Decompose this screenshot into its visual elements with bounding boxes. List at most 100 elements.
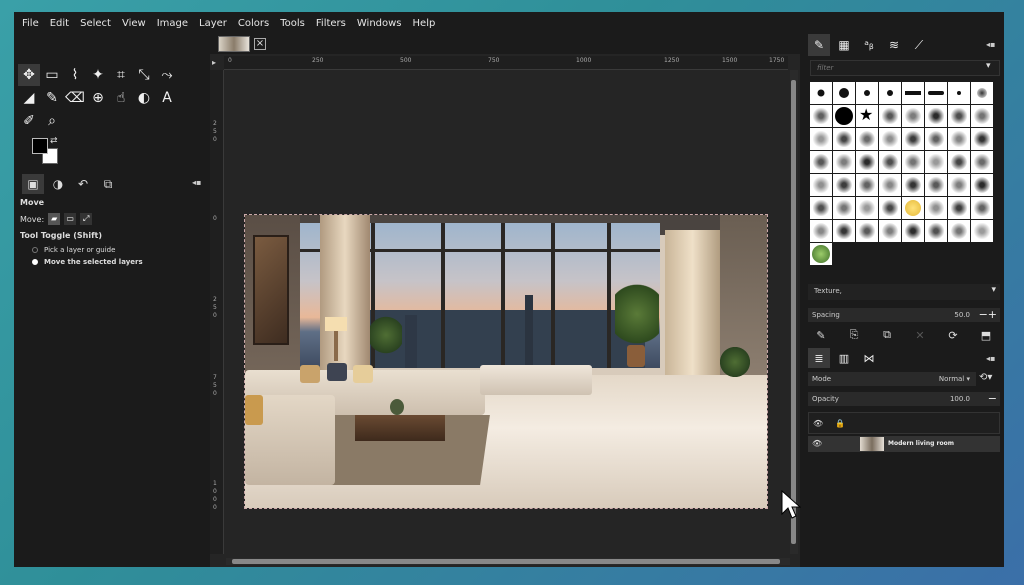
menu-filters[interactable]: Filters <box>316 18 346 29</box>
brush-preview[interactable] <box>833 105 855 127</box>
brush-preview[interactable] <box>971 151 993 173</box>
paintbrush-icon[interactable]: ✎ <box>41 87 63 109</box>
dodge-burn-icon[interactable]: ◐ <box>133 87 155 109</box>
patterns-tab-icon[interactable]: ▦ <box>833 34 855 56</box>
clone-icon[interactable]: ⊕ <box>87 87 109 109</box>
paint-dynamics-tab-icon[interactable]: ⟋ <box>908 34 930 56</box>
chevron-down-icon[interactable]: ▾ <box>991 285 996 295</box>
brush-preview[interactable] <box>971 128 993 150</box>
move-selection-icon[interactable]: ▭ <box>64 213 77 225</box>
brush-preview[interactable] <box>879 128 901 150</box>
brush-preview[interactable] <box>879 220 901 242</box>
opacity-stepper-icon[interactable]: − <box>988 392 997 405</box>
brush-preview[interactable] <box>925 82 947 104</box>
image-tab-thumbnail[interactable] <box>218 36 250 52</box>
brush-preview[interactable] <box>879 105 901 127</box>
new-brush-icon[interactable]: ⎘ <box>843 326 865 344</box>
brush-preview[interactable] <box>902 197 924 219</box>
paths-tab-icon[interactable]: ⋈ <box>858 348 880 368</box>
close-image-icon[interactable]: × <box>254 38 266 50</box>
brush-preview[interactable] <box>948 174 970 196</box>
opacity-slider[interactable]: Opacity 100.0 − <box>808 392 1000 406</box>
brush-preview[interactable] <box>856 220 878 242</box>
device-status-tab-icon[interactable]: ◑ <box>47 174 69 194</box>
text-icon[interactable]: A <box>156 87 178 109</box>
brush-preview[interactable]: ★ <box>856 105 878 127</box>
reset-mode-icon[interactable]: ⟲▾ <box>979 372 992 383</box>
brush-preview[interactable] <box>879 151 901 173</box>
brush-preview[interactable] <box>879 197 901 219</box>
canvas-image[interactable] <box>244 214 768 509</box>
eraser-icon[interactable]: ⌫ <box>64 87 86 109</box>
scroll-thumb[interactable] <box>232 559 780 564</box>
scroll-thumb[interactable] <box>791 80 796 544</box>
tool-presets-tab-icon[interactable]: ≋ <box>883 34 905 56</box>
move-selected-radio[interactable]: Move the selected layers <box>32 258 205 266</box>
layer-row[interactable]: 👁 Modern living room <box>808 436 1000 452</box>
menu-layer[interactable]: Layer <box>199 18 227 29</box>
smudge-icon[interactable]: ☝ <box>110 87 132 109</box>
brush-preview[interactable] <box>810 197 832 219</box>
brush-preview[interactable] <box>902 151 924 173</box>
crop-icon[interactable]: ⌗ <box>110 64 132 86</box>
vertical-scrollbar[interactable] <box>790 70 798 554</box>
brush-preview[interactable] <box>856 128 878 150</box>
rect-select-icon[interactable]: ▭ <box>41 64 63 86</box>
edit-brush-icon[interactable]: ✎ <box>810 326 832 344</box>
brush-preview[interactable] <box>810 220 832 242</box>
brush-preview[interactable] <box>971 197 993 219</box>
bucket-fill-icon[interactable]: ◢ <box>18 87 40 109</box>
brush-preview[interactable] <box>810 174 832 196</box>
panel-menu-icon[interactable]: ◂▪ <box>986 40 995 49</box>
brush-preview[interactable] <box>925 151 947 173</box>
spacing-slider[interactable]: Spacing 50.0 −+ <box>808 308 1000 322</box>
brush-preview[interactable] <box>948 220 970 242</box>
menu-select[interactable]: Select <box>80 18 111 29</box>
brush-preview[interactable] <box>879 82 901 104</box>
menu-image[interactable]: Image <box>157 18 188 29</box>
brush-preview[interactable] <box>902 128 924 150</box>
brush-preview[interactable] <box>833 220 855 242</box>
brush-preview[interactable] <box>856 151 878 173</box>
brush-preview[interactable] <box>810 82 832 104</box>
brush-preview[interactable] <box>902 82 924 104</box>
brush-preview[interactable] <box>833 174 855 196</box>
brush-preview[interactable] <box>948 151 970 173</box>
menu-windows[interactable]: Windows <box>357 18 402 29</box>
brush-tag-row[interactable]: Texture, ▾ <box>808 284 1000 300</box>
brush-filter-input[interactable]: filter <box>810 60 1000 76</box>
move-path-icon[interactable]: ⤢ <box>80 213 93 225</box>
brush-preview[interactable] <box>810 151 832 173</box>
delete-brush-icon[interactable]: ✕ <box>909 326 931 344</box>
brush-preview[interactable] <box>971 82 993 104</box>
menu-edit[interactable]: Edit <box>50 18 69 29</box>
panel-menu-icon[interactable]: ◂▪ <box>192 178 201 187</box>
brush-preview[interactable] <box>971 174 993 196</box>
brush-preview[interactable] <box>833 82 855 104</box>
open-brush-as-image-icon[interactable]: ⬒ <box>975 326 997 344</box>
pick-layer-radio[interactable]: Pick a layer or guide <box>32 246 205 254</box>
brush-preview[interactable] <box>925 174 947 196</box>
eye-icon[interactable]: 👁 <box>812 439 822 448</box>
brush-preview[interactable] <box>925 128 947 150</box>
swap-colors-icon[interactable]: ⇄ <box>50 136 58 146</box>
move-layer-icon[interactable]: ▰ <box>48 213 61 225</box>
fonts-tab-icon[interactable]: ᵃᵦ <box>858 34 880 56</box>
brush-preview[interactable] <box>902 220 924 242</box>
layer-mode-select[interactable]: Mode Normal ▾ <box>808 372 976 386</box>
free-select-icon[interactable]: ⌇ <box>64 64 86 86</box>
menu-view[interactable]: View <box>122 18 146 29</box>
brush-preview[interactable] <box>833 151 855 173</box>
layers-tab-icon[interactable]: ≣ <box>808 348 830 368</box>
brush-preview[interactable] <box>925 220 947 242</box>
brush-preview[interactable] <box>833 128 855 150</box>
brush-preview[interactable] <box>971 220 993 242</box>
panel-menu-icon[interactable]: ◂▪ <box>986 354 995 363</box>
foreground-color-swatch[interactable] <box>32 138 48 154</box>
move-icon[interactable]: ✥ <box>18 64 40 86</box>
brush-preview[interactable] <box>948 105 970 127</box>
brush-preview[interactable] <box>810 243 832 265</box>
fuzzy-select-icon[interactable]: ✦ <box>87 64 109 86</box>
brush-preview[interactable] <box>971 105 993 127</box>
brush-preview[interactable] <box>856 82 878 104</box>
